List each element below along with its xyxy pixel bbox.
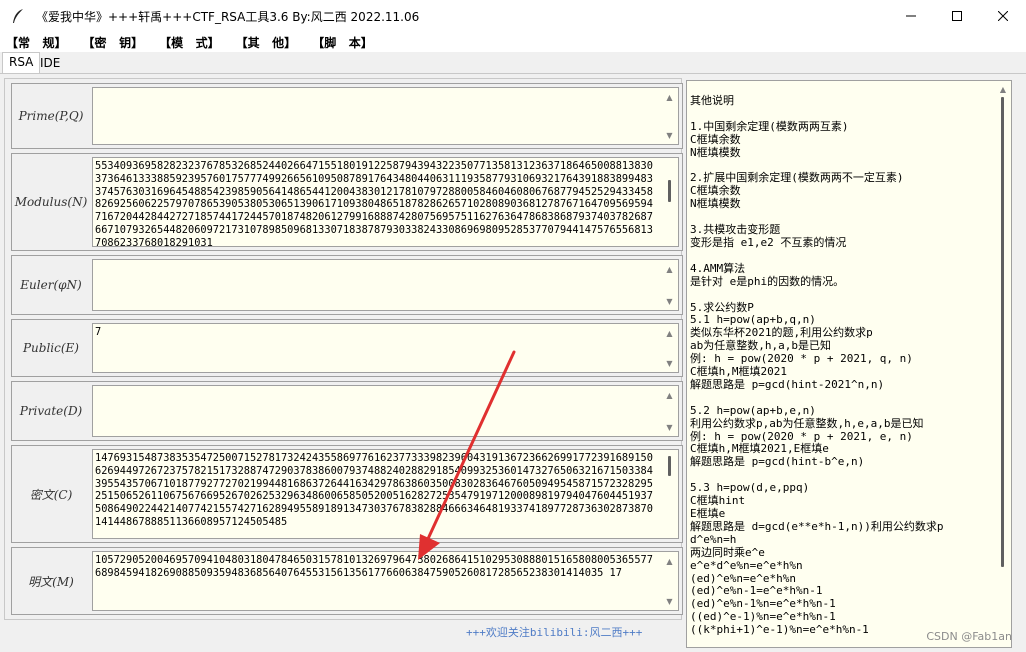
cipher-value: 1476931548738353547250071527817324243558… bbox=[95, 452, 653, 528]
modulus-textbox[interactable]: 5534093695828232376785326852440266471551… bbox=[92, 157, 679, 247]
cipher-row: 密文(C) 1476931548738353547250071527817324… bbox=[11, 445, 683, 543]
tab-divider bbox=[0, 73, 1026, 74]
feather-icon bbox=[10, 8, 26, 24]
menu-mode[interactable]: 【模 式】 bbox=[159, 34, 220, 51]
prime-row: Prime(P,Q) ▲ ▼ bbox=[11, 83, 683, 149]
prime-label: Prime(P,Q) bbox=[18, 109, 84, 123]
scroll-up-icon[interactable]: ▲ bbox=[661, 90, 678, 104]
tab-bar: RSA IDE bbox=[0, 52, 1026, 74]
scroll-down-icon[interactable]: ▼ bbox=[661, 356, 678, 370]
notes-panel[interactable]: 其他说明 1.中国剩余定理(模数两两互素) C框填余数 N框填模数 2.扩展中国… bbox=[686, 80, 1012, 648]
euler-row: Euler(φN) ▲ ▼ bbox=[11, 255, 683, 315]
tab-ide[interactable]: IDE bbox=[34, 54, 66, 74]
watermark: CSDN @Fab1an bbox=[926, 630, 1012, 643]
modulus-scrollbar[interactable] bbox=[661, 158, 678, 246]
title-bar: 《爱我中华》+++轩禹+++CTF_RSA工具3.6 By:风二西 2022.1… bbox=[0, 0, 1026, 32]
notes-scrollbar[interactable]: ▲ bbox=[995, 81, 1011, 647]
scroll-up-icon[interactable]: ▲ bbox=[661, 326, 678, 340]
private-label: Private(D) bbox=[19, 404, 83, 418]
cipher-scrollbar[interactable] bbox=[661, 450, 678, 538]
modulus-label: Modulus(N) bbox=[14, 195, 88, 209]
minimize-icon[interactable] bbox=[888, 0, 934, 32]
notes-text: 其他说明 1.中国剩余定理(模数两两互素) C框填余数 N框填模数 2.扩展中国… bbox=[690, 94, 944, 637]
scroll-up-icon[interactable]: ▲ bbox=[995, 85, 1011, 94]
maximize-icon[interactable] bbox=[934, 0, 980, 32]
plain-value: 1057290520046957094104803180478465031578… bbox=[95, 554, 653, 579]
cipher-label: 密文(C) bbox=[29, 487, 73, 502]
prime-textbox[interactable]: ▲ ▼ bbox=[92, 87, 679, 145]
scroll-thumb[interactable] bbox=[668, 180, 671, 202]
window-title: 《爱我中华》+++轩禹+++CTF_RSA工具3.6 By:风二西 2022.1… bbox=[36, 9, 420, 24]
close-icon[interactable] bbox=[980, 0, 1026, 32]
euler-textbox[interactable]: ▲ ▼ bbox=[92, 259, 679, 311]
scroll-thumb[interactable] bbox=[668, 456, 671, 476]
public-label: Public(E) bbox=[22, 341, 79, 355]
private-textbox[interactable]: ▲ ▼ bbox=[92, 385, 679, 437]
plain-scrollbar[interactable]: ▲ ▼ bbox=[661, 552, 678, 610]
private-scrollbar[interactable]: ▲ ▼ bbox=[661, 386, 678, 436]
bilibili-link[interactable]: +++欢迎关注bilibili:风二西+++ bbox=[466, 624, 642, 640]
menu-other[interactable]: 【其 他】 bbox=[236, 34, 297, 51]
public-value: 7 bbox=[95, 326, 102, 338]
public-row: Public(E) 7 ▲ ▼ bbox=[11, 319, 683, 377]
menu-bar: 【常 规】 【密 钥】 【模 式】 【其 他】 【脚 本】 bbox=[0, 32, 1026, 52]
public-scrollbar[interactable]: ▲ ▼ bbox=[661, 324, 678, 372]
scroll-up-icon[interactable]: ▲ bbox=[661, 262, 678, 276]
menu-script[interactable]: 【脚 本】 bbox=[312, 34, 373, 51]
menu-key[interactable]: 【密 钥】 bbox=[83, 34, 144, 51]
plain-textbox[interactable]: 1057290520046957094104803180478465031578… bbox=[92, 551, 679, 611]
scroll-thumb[interactable] bbox=[1001, 97, 1004, 567]
prime-scrollbar[interactable]: ▲ ▼ bbox=[661, 88, 678, 144]
cipher-textbox[interactable]: 1476931548738353547250071527817324243558… bbox=[92, 449, 679, 539]
scroll-down-icon[interactable]: ▼ bbox=[661, 294, 678, 308]
rsa-form-panel: Prime(P,Q) ▲ ▼ Modulus(N) 55340936958282… bbox=[4, 78, 683, 620]
modulus-row: Modulus(N) 55340936958282323767853268524… bbox=[11, 153, 683, 251]
public-textbox[interactable]: 7 ▲ ▼ bbox=[92, 323, 679, 373]
scroll-down-icon[interactable]: ▼ bbox=[661, 420, 678, 434]
menu-general[interactable]: 【常 规】 bbox=[6, 34, 67, 51]
scroll-down-icon[interactable]: ▼ bbox=[661, 594, 678, 608]
scroll-down-icon[interactable]: ▼ bbox=[661, 128, 678, 142]
plain-label: 明文(M) bbox=[28, 574, 74, 589]
plain-row: 明文(M) 1057290520046957094104803180478465… bbox=[11, 547, 683, 615]
private-row: Private(D) ▲ ▼ bbox=[11, 381, 683, 441]
euler-scrollbar[interactable]: ▲ ▼ bbox=[661, 260, 678, 310]
scroll-up-icon[interactable]: ▲ bbox=[661, 554, 678, 568]
scroll-up-icon[interactable]: ▲ bbox=[661, 388, 678, 402]
euler-label: Euler(φN) bbox=[20, 278, 82, 292]
modulus-value: 5534093695828232376785326852440266471551… bbox=[95, 160, 653, 247]
